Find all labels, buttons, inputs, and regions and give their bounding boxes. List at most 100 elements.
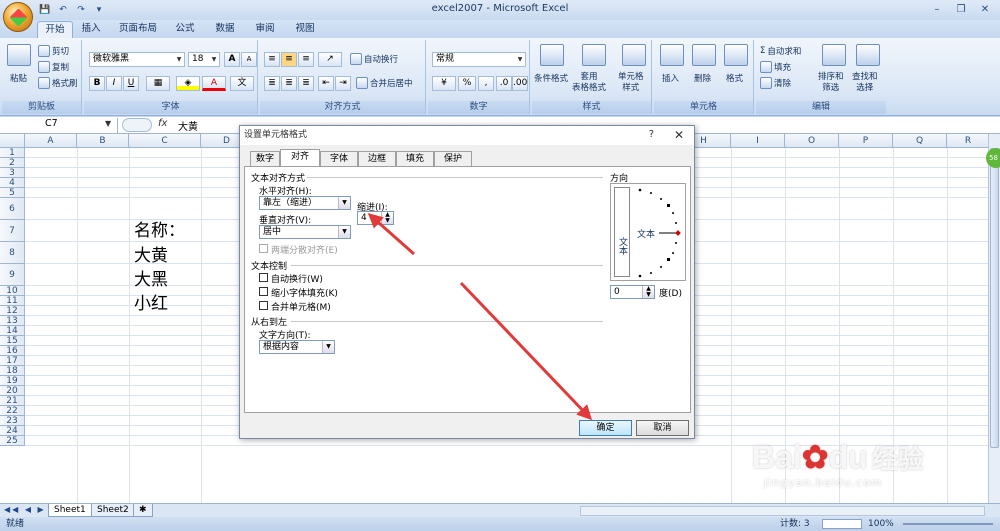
percent-button[interactable]: % — [458, 76, 476, 91]
italic-button[interactable]: I — [106, 76, 122, 91]
table-format-button[interactable]: 套用 表格格式 — [572, 72, 606, 94]
redo-icon[interactable]: ↷ — [74, 4, 88, 17]
font-name-combo[interactable]: 微软雅黑 ▼ — [89, 52, 185, 67]
row-header[interactable]: 17 — [0, 356, 25, 366]
column-header[interactable]: P — [839, 134, 893, 148]
bold-button[interactable]: B — [89, 76, 105, 91]
tab-home[interactable]: 开始 — [37, 21, 73, 38]
cancel-button[interactable]: 取消 — [636, 420, 689, 436]
insert-function-button[interactable]: fx — [158, 118, 167, 129]
merge-center-button[interactable]: 合并后居中 — [356, 77, 413, 89]
sort-filter-button[interactable]: 排序和 筛选 — [818, 72, 844, 94]
orientation-icon[interactable]: ↗ — [318, 52, 342, 67]
column-header[interactable]: R — [947, 134, 990, 148]
dialog-close-icon[interactable]: ✕ — [674, 128, 684, 142]
row-header[interactable]: 6 — [0, 198, 25, 220]
merge-checkbox[interactable] — [259, 301, 268, 310]
sheet-tab-sheet1[interactable]: Sheet1 — [48, 504, 92, 517]
vertical-text-button[interactable]: 文本 — [614, 187, 630, 277]
decrease-decimal-icon[interactable]: .00 — [512, 76, 528, 91]
row-header[interactable]: 19 — [0, 376, 25, 386]
cell-styles-icon[interactable] — [622, 44, 646, 66]
copy-button[interactable]: 复制 — [38, 61, 69, 73]
view-buttons[interactable] — [822, 519, 862, 529]
number-format-combo[interactable]: 常规 ▼ — [432, 52, 526, 67]
shrink-checkbox[interactable] — [259, 287, 268, 296]
paste-button[interactable]: 粘贴 — [10, 72, 27, 84]
font-size-combo[interactable]: 18 ▼ — [188, 52, 220, 67]
tab-view[interactable]: 视图 — [288, 21, 322, 38]
phonetic-button[interactable]: 文 — [230, 76, 254, 91]
dialog-tab-border[interactable]: 边框 — [358, 151, 396, 166]
row-header[interactable]: 14 — [0, 326, 25, 336]
font-color-button[interactable]: A — [202, 76, 226, 91]
row-header[interactable]: 8 — [0, 242, 25, 264]
scroll-thumb[interactable] — [990, 148, 999, 448]
minimize-button[interactable]: – — [926, 2, 948, 16]
increase-indent-icon[interactable]: ⇥ — [335, 76, 351, 91]
border-button[interactable]: ▦ — [146, 76, 170, 91]
align-center-icon[interactable]: ≣ — [281, 76, 297, 91]
zoom-slider[interactable] — [903, 523, 993, 525]
column-header[interactable]: A — [25, 134, 77, 148]
close-button[interactable]: ✕ — [974, 2, 996, 16]
comma-icon[interactable]: , — [478, 76, 494, 91]
row-header[interactable]: 5 — [0, 188, 25, 198]
vertical-align-select[interactable]: 居中 ▼ — [259, 225, 351, 239]
row-header[interactable]: 11 — [0, 296, 25, 306]
degrees-spinner[interactable]: 0 ▲ ▼ — [610, 285, 655, 299]
conditional-format-icon[interactable] — [540, 44, 564, 66]
help-icon[interactable]: ? — [649, 129, 654, 140]
row-header[interactable]: 21 — [0, 396, 25, 406]
tab-review[interactable]: 审阅 — [248, 21, 282, 38]
table-format-icon[interactable] — [582, 44, 606, 66]
sort-filter-icon[interactable] — [822, 44, 846, 66]
tab-page-layout[interactable]: 页面布局 — [112, 21, 164, 38]
formula-input[interactable]: 大黄 — [178, 118, 198, 133]
dialog-tab-protection[interactable]: 保护 — [434, 151, 472, 166]
save-icon[interactable]: 💾 — [38, 4, 52, 17]
format-painter-button[interactable]: 格式刷 — [38, 77, 78, 89]
row-header[interactable]: 25 — [0, 436, 25, 446]
row-header[interactable]: 7 — [0, 220, 25, 242]
zoom-level[interactable]: 100% — [868, 517, 894, 531]
spinner-arrows-icon[interactable]: ▲ ▼ — [381, 212, 393, 224]
currency-icon[interactable]: ¥ — [432, 76, 456, 91]
fill-button[interactable]: 填充 — [760, 61, 791, 73]
row-header[interactable]: 22 — [0, 406, 25, 416]
conditional-format-button[interactable]: 条件格式 — [534, 72, 568, 84]
format-cells-button[interactable]: 格式 — [726, 72, 743, 84]
dialog-tab-alignment[interactable]: 对齐 — [280, 149, 320, 166]
autosum-button[interactable]: Σ 自动求和 — [760, 45, 801, 57]
cell-c9[interactable]: 小红 — [134, 289, 168, 314]
badge-icon[interactable]: 58 — [986, 148, 1000, 168]
name-box-dropdown-icon[interactable]: ▼ — [105, 119, 111, 128]
grow-font-button[interactable]: A — [224, 52, 240, 67]
cell-c6[interactable]: 名称： — [134, 216, 185, 241]
spinner-arrows-icon[interactable]: ▲ ▼ — [642, 286, 654, 298]
wrap-text-checkbox[interactable] — [259, 273, 268, 282]
sheet-tab-sheet2[interactable]: Sheet2 — [91, 504, 135, 517]
align-middle-icon[interactable]: ≡ — [281, 52, 297, 67]
align-top-icon[interactable]: ≡ — [264, 52, 280, 67]
new-sheet-icon[interactable]: ✱ — [133, 504, 153, 517]
restore-button[interactable]: ❐ — [950, 2, 972, 16]
qat-more-icon[interactable]: ▾ — [92, 4, 106, 17]
find-select-button[interactable]: 查找和 选择 — [852, 72, 878, 94]
cut-button[interactable]: 剪切 — [38, 45, 69, 57]
cell-c7[interactable]: 大黄 — [134, 241, 168, 266]
format-cells-icon[interactable] — [724, 44, 748, 66]
wrap-text-button[interactable]: 自动换行 — [350, 53, 398, 65]
column-header[interactable]: C — [129, 134, 201, 148]
row-header[interactable]: 10 — [0, 286, 25, 296]
align-right-icon[interactable]: ≣ — [298, 76, 314, 91]
align-bottom-icon[interactable]: ≡ — [298, 52, 314, 67]
tab-insert[interactable]: 插入 — [76, 21, 106, 38]
align-left-icon[interactable]: ≣ — [264, 76, 280, 91]
row-header[interactable]: 1 — [0, 148, 25, 158]
cell-c8[interactable]: 大黑 — [134, 265, 168, 290]
row-header[interactable]: 20 — [0, 386, 25, 396]
row-header[interactable]: 13 — [0, 316, 25, 326]
row-header[interactable]: 16 — [0, 346, 25, 356]
column-header[interactable]: I — [731, 134, 785, 148]
